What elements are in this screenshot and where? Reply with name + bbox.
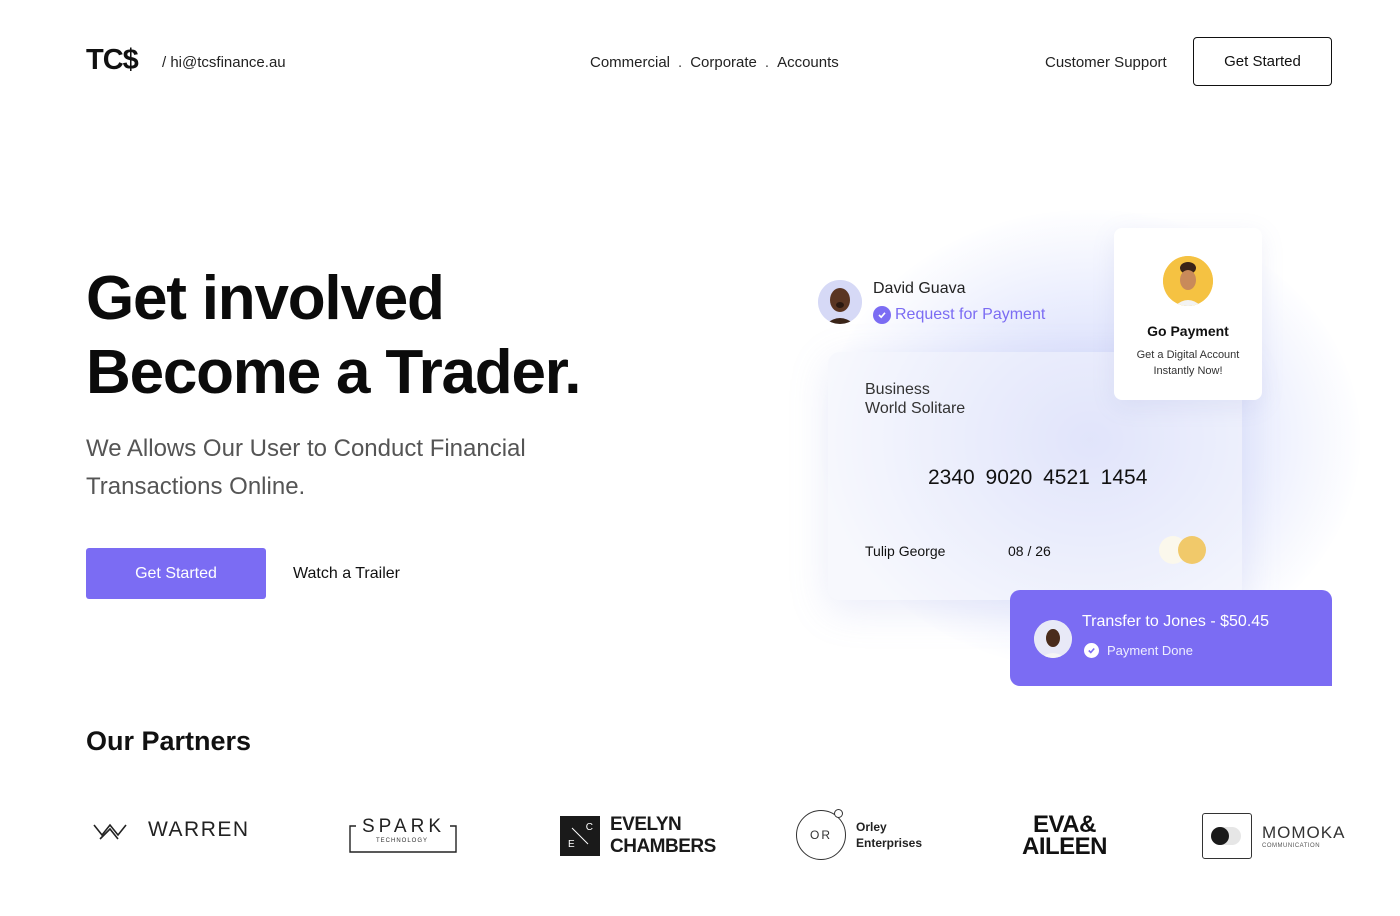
evelyn-mark-icon: C E	[560, 816, 600, 856]
partner-logo-evelyn-chambers[interactable]: C E EVELYN CHAMBERS	[560, 814, 716, 858]
card-title: Business World Solitare	[865, 380, 965, 418]
partner-name: Orley Enterprises	[856, 820, 923, 850]
avatar	[818, 280, 862, 324]
momoka-mark-icon	[1202, 813, 1252, 859]
partner-subtitle: TECHNOLOGY	[376, 838, 429, 844]
customer-support-link[interactable]: Customer Support	[1045, 54, 1167, 71]
main-nav: Commercial . Corporate . Accounts	[590, 54, 839, 71]
request-status-label: Request for Payment	[895, 306, 1046, 323]
check-circle-icon	[873, 306, 891, 324]
person-avatar-icon	[1163, 256, 1213, 306]
warren-mark-icon	[93, 823, 127, 840]
partner-logo-spark[interactable]: SPARK TECHNOLOGY	[348, 816, 458, 854]
transfer-notification: Transfer to Jones - $50.45 Payment Done	[1010, 590, 1332, 686]
orley-mark-icon: OR	[796, 809, 846, 860]
person-avatar-icon	[818, 280, 862, 324]
transfer-title: Transfer to Jones - $50.45	[1082, 613, 1270, 630]
avatar	[1034, 620, 1072, 658]
hero-title: Get involved Become a Trader.	[86, 262, 582, 410]
nav-link-corporate[interactable]: Corporate	[690, 54, 757, 71]
request-sender-name: David Guava	[873, 280, 966, 297]
partner-name: SPARK	[362, 816, 446, 837]
brand-logo[interactable]: TC$	[86, 44, 139, 77]
check-circle-icon	[1084, 643, 1099, 658]
nav-link-commercial[interactable]: Commercial	[590, 54, 670, 71]
header-get-started-button[interactable]: Get Started	[1193, 37, 1332, 86]
partner-logo-orley[interactable]: OR Orley Enterprises	[796, 809, 923, 860]
hero-title-line2: Become a Trader.	[86, 338, 582, 407]
transfer-status-label: Payment Done	[1107, 643, 1193, 658]
go-payment-title: Go Payment	[1147, 323, 1229, 339]
watch-trailer-link[interactable]: Watch a Trailer	[293, 565, 400, 583]
partner-name: EVELYN CHAMBERS	[610, 814, 716, 857]
go-payment-card[interactable]: Go Payment Get a Digital Account Instant…	[1114, 228, 1262, 400]
partner-name: MOMOKA	[1262, 823, 1346, 842]
card-title-line2: World Solitare	[865, 400, 966, 417]
card-title-line1: Business	[865, 381, 930, 398]
avatar	[1163, 256, 1213, 306]
partner-logo-momoka[interactable]: MOMOKA COMMUNICATION	[1202, 813, 1345, 859]
contact-email[interactable]: / hi@tcsfinance.au	[162, 54, 286, 71]
nav-separator: .	[764, 54, 770, 71]
partner-logo-warren[interactable]: WARREN	[92, 818, 250, 842]
partner-subtitle: COMMUNICATION	[1262, 843, 1321, 849]
card-expiry: 08 / 26	[1008, 543, 1051, 559]
partner-name: WARREN	[148, 818, 250, 841]
hero-subtitle: We Allows Our User to Conduct Financial …	[86, 435, 526, 500]
hero-get-started-button[interactable]: Get Started	[86, 548, 266, 599]
card-holder: Tulip George	[865, 543, 946, 559]
partner-logo-eva-aileen[interactable]: EVA& AILEEN	[1022, 813, 1108, 859]
card-brand-circle-gold	[1178, 536, 1206, 564]
card-number: 2340 9020 4521 1454	[928, 466, 1148, 489]
partners-title: Our Partners	[86, 726, 252, 756]
nav-separator: .	[678, 54, 683, 71]
person-avatar-icon	[1034, 620, 1072, 658]
request-status: Request for Payment	[873, 306, 1045, 324]
hero-title-line1: Get involved	[86, 264, 445, 333]
transfer-status: Payment Done	[1084, 643, 1193, 658]
nav-link-accounts[interactable]: Accounts	[777, 54, 839, 71]
go-payment-subtitle: Get a Digital Account Instantly Now!	[1136, 349, 1240, 377]
